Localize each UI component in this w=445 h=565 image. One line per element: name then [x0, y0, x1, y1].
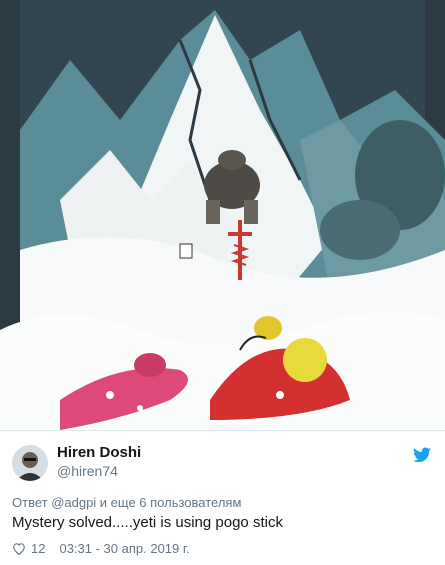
author-block[interactable]: Hiren Doshi @hiren74 [57, 444, 141, 480]
author-display-name[interactable]: Hiren Doshi [57, 444, 141, 462]
reply-to-text[interactable]: Ответ @adgpi и еще 6 пользователям [12, 495, 241, 510]
author-handle[interactable]: @hiren74 [57, 462, 141, 480]
tweet-text: Mystery solved.....yeti is using pogo st… [12, 514, 283, 531]
cartoon-image[interactable] [0, 0, 445, 430]
like-count[interactable]: 12 [31, 541, 45, 556]
tweet-meta: 12 03:31 - 30 апр. 2019 г. [12, 541, 190, 556]
tweet-card[interactable]: Hiren Doshi @hiren74 Ответ @adgpi и еще … [0, 431, 445, 565]
heart-icon[interactable] [12, 542, 26, 555]
avatar-icon[interactable] [12, 445, 48, 481]
twitter-bird-icon[interactable] [413, 447, 431, 463]
timestamp[interactable]: 03:31 - 30 апр. 2019 г. [59, 541, 189, 556]
